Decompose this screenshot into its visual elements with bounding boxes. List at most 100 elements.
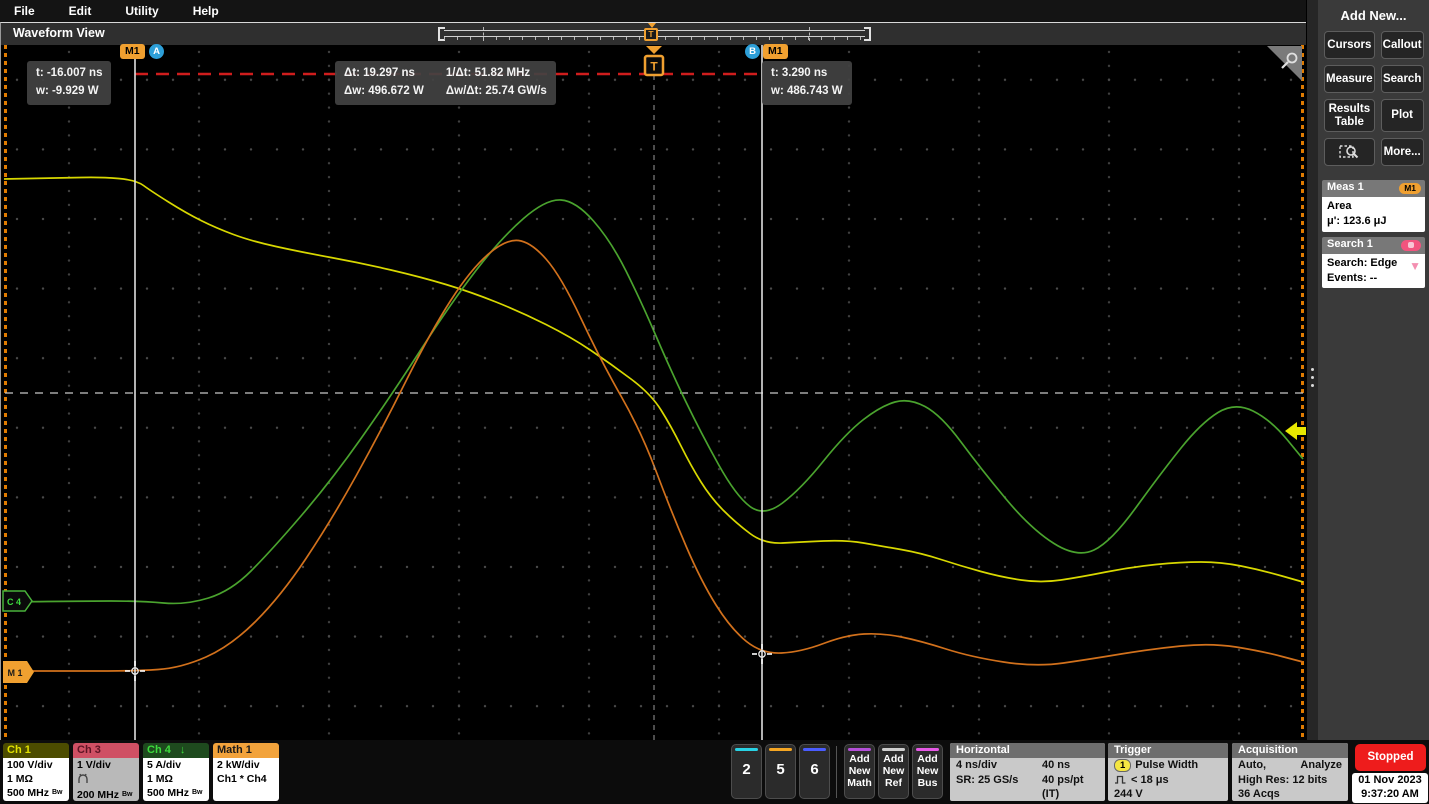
ch4-badge[interactable]: Ch 4 ↓ 5 A/div 1 MΩ 500 MHz Bw [143,743,209,801]
search1-type: Search: Edge [1327,256,1420,271]
acquisition-panel[interactable]: Acquisition Auto, Analyze High Res: 12 b… [1232,743,1348,801]
ch1-bandwidth: 500 MHz [7,787,49,799]
math1-name: Math 1 [217,744,252,756]
search1-events: Events: -- [1327,271,1420,286]
ruler-trigger-icon[interactable]: T [644,28,658,41]
zoom-select-button[interactable] [1324,138,1375,166]
waveform-canvas: T C 4 M 1 [1,45,1307,741]
trigger-condition: < 18 μs [1131,773,1169,788]
ch2-label: 2 [732,761,761,778]
add-new-bus-button[interactable]: Add New Bus [912,744,943,799]
oscilloscope-app: File Edit Utility Help Waveform View T [0,0,1429,804]
ch4-impedance: 1 MΩ [147,773,205,787]
meas1-value: μ': 123.6 μJ [1327,214,1420,229]
cursor-a-source-badge[interactable]: M1 [120,44,145,59]
button-separator [836,746,837,798]
trigger-flag-label: T [650,60,658,74]
zoom-overview-ruler[interactable]: T [438,27,871,41]
date-text: 01 Nov 2023 [1352,774,1428,788]
menu-help[interactable]: Help [193,4,219,18]
menu-utility[interactable]: Utility [125,4,158,18]
acquisition-mode: Auto, [1238,758,1266,773]
cursor-a-readout: t: -16.007 ns w: -9.929 W [27,61,111,105]
horizontal-title: Horizontal [950,743,1105,758]
plot-button[interactable]: Plot [1381,99,1424,132]
ruler-cursor-b-mark [809,27,810,41]
ch4-trend-arrow-icon: ↓ [180,744,186,756]
cursors-button[interactable]: Cursors [1324,31,1375,59]
math1-flag-label: M 1 [7,668,22,678]
acquisition-title: Acquisition [1232,743,1348,758]
cursor-b-readout: t: 3.290 ns w: 486.743 W [762,61,852,105]
ch3-bandwidth: 200 MHz [77,789,119,801]
trigger-level: 244 V [1114,787,1222,801]
search1-title: Search 1 [1327,238,1373,250]
ch1-name: Ch 1 [7,744,31,756]
add-new-math-label: Add New Math [845,753,874,789]
cursor-b-source-badge[interactable]: M1 [763,44,788,59]
delta-w: Δw: 496.672 W [344,83,424,101]
results-table-button[interactable]: Results Table [1324,99,1375,132]
more-button[interactable]: More... [1381,138,1424,166]
pulse-icon [1114,775,1127,784]
search1-count-badge [1401,240,1421,251]
ch3-probe-icon [77,773,135,789]
ch4-bw-icon: Bw [192,789,203,796]
cursor-delta-readout: Δt: 19.297 ns 1/Δt: 51.82 MHz Δw: 496.67… [335,61,556,105]
cursor-a-time: t: -16.007 ns [36,65,102,83]
add-new-ref-button[interactable]: Add New Ref [878,744,909,799]
time-text: 9:37:20 AM [1352,788,1428,802]
add-new-title: Add New... [1318,8,1429,23]
menu-edit[interactable]: Edit [69,4,92,18]
menu-bar: File Edit Utility Help [0,0,1306,22]
acquisition-analyze: Analyze [1300,758,1342,773]
cursor-a-badge[interactable]: A [149,44,164,59]
add-new-math-button[interactable]: Add New Math [844,744,875,799]
search-button[interactable]: Search [1381,65,1424,93]
ch4-bandwidth: 500 MHz [147,787,189,799]
ruler-right-bracket [864,27,871,41]
divider-grip-icon[interactable] [1311,368,1314,392]
delta-slope: Δw/Δt: 25.74 GW/s [446,83,547,101]
search1-panel[interactable]: Search 1 Search: Edge ▼ Events: -- [1322,237,1425,289]
ch6-enable-button[interactable]: 6 [799,744,830,799]
ch2-enable-button[interactable]: 2 [731,744,762,799]
trigger-type: Pulse Width [1135,758,1198,773]
trigger-panel[interactable]: Trigger 1 Pulse Width < 18 μs 244 V [1108,743,1228,801]
meas1-panel[interactable]: Meas 1 M1 Area μ': 123.6 μJ [1322,180,1425,232]
menu-file[interactable]: File [14,4,35,18]
measure-button[interactable]: Measure [1324,65,1375,93]
sample-interval: 40 ps/pt (IT) [1042,773,1099,801]
horizontal-panel[interactable]: Horizontal 4 ns/div 40 ns SR: 25 GS/s 40… [950,743,1105,801]
search-marker-icon: ▼ [1409,258,1421,274]
acquisition-count: 36 Acqs [1238,787,1342,801]
ch4-name: Ch 4 [147,744,171,756]
cursor-a-value: w: -9.929 W [36,83,102,101]
sample-rate: SR: 25 GS/s [956,773,1042,801]
ch5-label: 5 [766,761,795,778]
ch5-enable-button[interactable]: 5 [765,744,796,799]
callout-button[interactable]: Callout [1381,31,1424,59]
trigger-arrow-icon[interactable] [646,46,662,54]
ch1-bw-icon: Bw [52,789,63,796]
meas1-source-badge: M1 [1399,183,1421,194]
cursor-b-time: t: 3.290 ns [771,65,843,83]
ch1-badge[interactable]: Ch 1 100 V/div 1 MΩ 500 MHz Bw [3,743,69,801]
acquisition-resolution: High Res: 12 bits [1238,773,1342,788]
panel-divider[interactable] [1306,0,1318,740]
trigger-title: Trigger [1108,743,1228,758]
ruler-cursor-a-mark [483,27,484,41]
cursor-b-badge[interactable]: B [745,44,760,59]
date-time-display: 01 Nov 2023 9:37:20 AM [1352,773,1428,803]
meas1-title: Meas 1 [1327,181,1364,193]
window-title: Waveform View [13,26,105,40]
ch3-bw-icon: Bw [122,791,133,798]
run-stop-button[interactable]: Stopped [1355,744,1426,771]
meas1-type: Area [1327,199,1420,214]
ch1-impedance: 1 MΩ [7,773,65,787]
ch3-badge[interactable]: Ch 3 1 V/div 200 MHz Bw [73,743,139,801]
corner-zoom-control[interactable] [1267,46,1302,81]
math1-badge[interactable]: Math 1 2 kW/div Ch1 * Ch4 [213,743,279,801]
trigger-source-badge: 1 [1114,759,1131,772]
ch4-scale: 5 A/div [147,759,205,773]
